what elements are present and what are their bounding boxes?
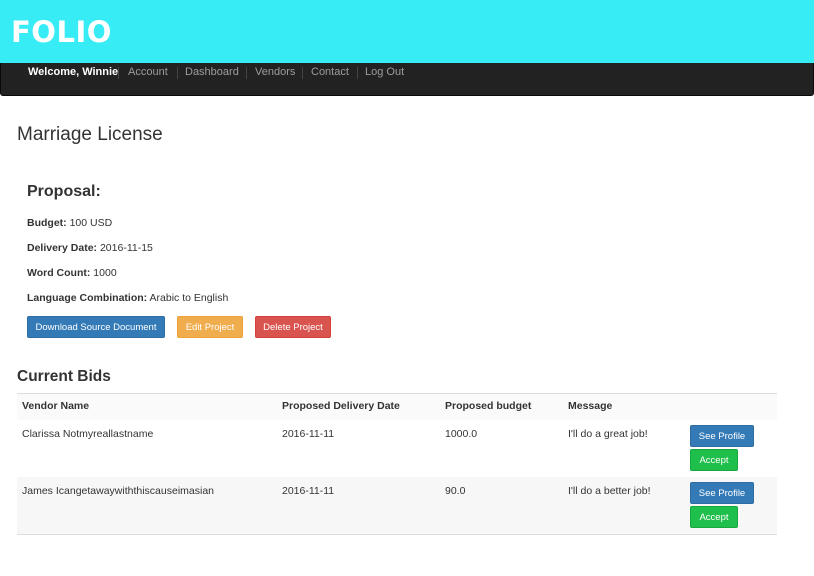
language-combination-value: Arabic to English bbox=[149, 292, 229, 304]
budget-value: 100 USD bbox=[69, 217, 113, 229]
page-title: Marriage License bbox=[17, 124, 163, 145]
nav-link-logout[interactable]: Log Out bbox=[365, 66, 404, 78]
language-combination-label: Language Combination: bbox=[27, 292, 148, 304]
bids-table-header: Vendor Name Proposed Delivery Date Propo… bbox=[17, 393, 777, 422]
nav-link-account[interactable]: Account bbox=[128, 66, 168, 78]
message-cell: I'll do a great job! bbox=[568, 428, 648, 440]
column-header-message: Message bbox=[568, 400, 613, 412]
folio-logo[interactable]: FOLIO bbox=[11, 14, 112, 50]
accept-bid-button[interactable]: Accept bbox=[690, 449, 738, 471]
delivery-date-value: 2016-11-15 bbox=[99, 242, 153, 254]
nav-link-vendors[interactable]: Vendors bbox=[255, 66, 295, 78]
delete-project-button[interactable]: Delete Project bbox=[255, 316, 331, 338]
see-profile-button[interactable]: See Profile bbox=[690, 425, 754, 447]
delivery-date-cell: 2016-11-11 bbox=[282, 428, 335, 440]
nav-link-dashboard[interactable]: Dashboard bbox=[185, 66, 239, 78]
vendor-name-cell: James Icangetawaywiththiscauseimasian bbox=[22, 485, 215, 497]
nav-divider bbox=[118, 67, 119, 79]
word-count-detail: Word Count: 1000 bbox=[27, 267, 117, 279]
message-cell: I'll do a better job! bbox=[568, 485, 651, 497]
brand-bar: FOLIO bbox=[0, 0, 814, 63]
edit-project-button[interactable]: Edit Project bbox=[177, 316, 243, 338]
nav-divider bbox=[246, 67, 247, 79]
budget-cell: 90.0 bbox=[445, 485, 466, 497]
nav-divider bbox=[302, 67, 303, 79]
download-source-document-button[interactable]: Download Source Document bbox=[27, 316, 165, 338]
budget-label: Budget: bbox=[27, 217, 67, 229]
nav-divider bbox=[357, 67, 358, 79]
column-header-proposed-delivery-date: Proposed Delivery Date bbox=[282, 400, 400, 412]
delivery-date-detail: Delivery Date: 2016-11-15 bbox=[27, 242, 153, 254]
proposal-heading: Proposal: bbox=[27, 183, 101, 200]
see-profile-button[interactable]: See Profile bbox=[690, 482, 754, 504]
budget-detail: Budget: 100 USD bbox=[27, 217, 112, 229]
nav-link-contact[interactable]: Contact bbox=[311, 66, 349, 78]
column-header-proposed-budget: Proposed budget bbox=[445, 400, 532, 412]
word-count-label: Word Count: bbox=[27, 267, 91, 279]
budget-cell: 1000.0 bbox=[445, 428, 478, 440]
delivery-date-label: Delivery Date: bbox=[27, 242, 98, 254]
language-combination-detail: Language Combination: Arabic to English bbox=[27, 292, 228, 304]
vendor-name-cell: Clarissa Notmyreallastname bbox=[22, 428, 154, 440]
word-count-value: 1000 bbox=[93, 267, 117, 279]
top-navbar: Welcome, Winnie Account Dashboard Vendor… bbox=[0, 63, 814, 96]
nav-divider bbox=[177, 67, 178, 79]
accept-bid-button[interactable]: Accept bbox=[690, 506, 738, 528]
current-bids-heading: Current Bids bbox=[17, 368, 111, 385]
table-row: James Icangetawaywiththiscauseimasian 20… bbox=[17, 477, 777, 535]
column-header-vendor-name: Vendor Name bbox=[22, 400, 90, 412]
delivery-date-cell: 2016-11-11 bbox=[282, 485, 335, 497]
table-row: Clarissa Notmyreallastname 2016-11-11 10… bbox=[17, 420, 777, 478]
nav-welcome[interactable]: Welcome, Winnie bbox=[28, 66, 118, 78]
